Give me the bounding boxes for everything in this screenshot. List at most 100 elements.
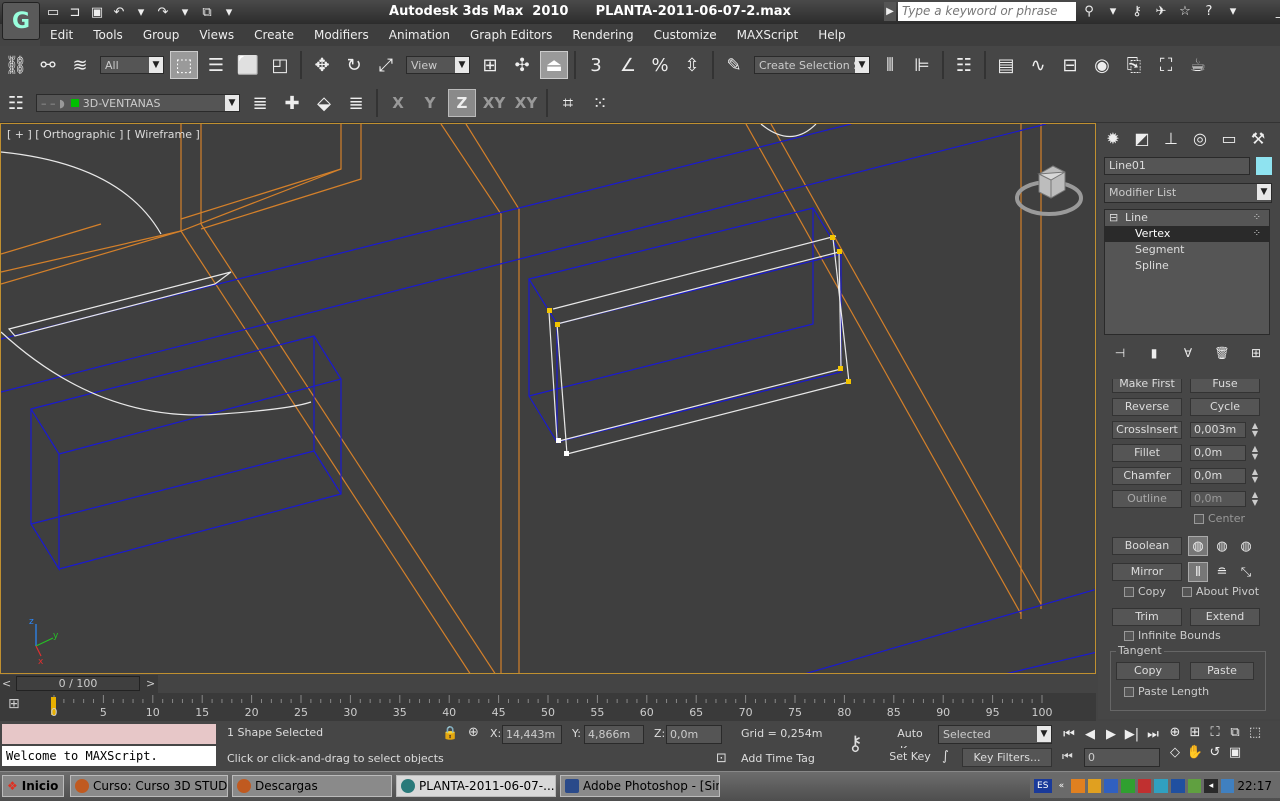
set-key-button[interactable]: Set Key [886,748,934,767]
boolean-button[interactable]: Boolean [1112,537,1182,555]
pan-icon[interactable]: ✋ [1186,743,1204,761]
array-icon[interactable]: ⌗ [554,89,582,117]
field-of-view-icon[interactable]: ◇ [1166,743,1184,761]
select-and-move-icon[interactable]: ✥ [308,51,336,79]
menu-modifiers[interactable]: Modifiers [304,24,379,46]
mirror-button[interactable]: Mirror [1112,563,1182,581]
modify-tab-icon[interactable]: ◩ [1129,125,1155,151]
layer-manager-icon[interactable]: ☷ [950,51,978,79]
create-new-layer-icon[interactable]: ≣ [246,89,274,117]
chamfer-spinner[interactable]: 0,0m [1190,468,1246,484]
mirror-vertical-icon[interactable]: ≘ [1212,562,1232,582]
zoom-extents-all-icon[interactable]: ⧉ [1226,723,1244,741]
make-first-button[interactable]: Make First [1112,379,1182,393]
spinner-arrows-icon[interactable]: ▲ ▼ [1250,468,1260,484]
show-end-result-icon[interactable]: ▮ [1144,343,1164,363]
spinner-snap-icon[interactable]: ⇳ [678,51,706,79]
layer-manager-icon[interactable]: ☷ [2,89,30,117]
object-color-swatch[interactable] [1256,157,1272,175]
select-object-icon[interactable]: ⬚ [170,51,198,79]
reverse-button[interactable]: Reverse [1112,398,1182,416]
schematic-view-icon[interactable]: ⊟ [1056,51,1084,79]
orthographic-viewport[interactable]: z y x [ + ] [ Orthographic ] [ Wireframe… [0,123,1096,674]
spinner-arrows-icon[interactable]: ▲ ▼ [1250,445,1260,461]
curve-editor-icon[interactable]: ∿ [1024,51,1052,79]
time-slider[interactable]: < 0 / 100 > [0,675,158,693]
cycle-button[interactable]: Cycle [1190,398,1260,416]
rectangular-selection-icon[interactable]: ⬜ [234,51,262,79]
track-bar[interactable]: ⊞ 0 5 10 15 20 25 30 35 40 45 50 55 60 65 70 75 80 85 90 95… [0,693,1096,721]
previous-frame-icon[interactable]: < [2,677,11,690]
stack-item-vertex[interactable]: Vertex ⁘ [1105,226,1269,242]
zoom-extents-icon[interactable]: ⛶ [1206,723,1224,741]
crossinsert-spinner[interactable]: 0,003m [1190,422,1246,438]
search-input[interactable]: Type a keyword or phrase [898,2,1076,21]
dropdown-icon[interactable]: ▾ [132,3,150,21]
render-setup-icon[interactable]: ⎘ [1120,51,1148,79]
menu-animation[interactable]: Animation [379,24,460,46]
viewcube[interactable] [1013,160,1083,220]
object-name-field[interactable]: Line01 [1104,157,1250,175]
mirror-horizontal-icon[interactable]: ⫴ [1188,562,1208,582]
go-to-start-icon[interactable]: ⏮ [1060,725,1078,743]
open-file-icon[interactable]: ⊐ [66,3,84,21]
select-and-scale-icon[interactable]: ⤢ [372,51,400,79]
dropdown-icon[interactable]: ▾ [176,3,194,21]
graphite-ribbon-icon[interactable]: ▤ [992,51,1020,79]
unlink-icon[interactable]: ⚯ [34,51,62,79]
new-file-icon[interactable]: ▭ [44,3,62,21]
axis-z-button[interactable]: Z [448,89,476,117]
time-slider-thumb[interactable]: 0 / 100 [16,676,140,691]
trim-button[interactable]: Trim [1112,608,1182,626]
tangent-copy-button[interactable]: Copy [1116,662,1180,680]
binoculars-icon[interactable]: ⚲ [1080,2,1098,20]
tray-volume-icon[interactable]: ◂ [1204,779,1218,793]
selection-filter-dropdown[interactable]: All ▼ [100,56,164,74]
auto-key-button[interactable]: Auto Key [886,725,934,757]
lock-selection-icon[interactable]: 🔒 [442,726,458,741]
tray-shield-icon[interactable] [1104,779,1119,793]
key-tangent-icon[interactable]: ∫ [942,749,949,764]
app-logo-button[interactable]: G [2,2,40,40]
fuse-button[interactable]: Fuse [1190,379,1260,393]
material-editor-icon[interactable]: ◉ [1088,51,1116,79]
add-time-tag[interactable]: Add Time Tag [738,750,836,769]
select-manipulate-icon[interactable]: ✣ [508,51,536,79]
menu-rendering[interactable]: Rendering [562,24,643,46]
render-production-icon[interactable]: ☕ [1184,51,1212,79]
tray-network-icon[interactable] [1170,779,1185,793]
select-and-rotate-icon[interactable]: ↻ [340,51,368,79]
orbit-icon[interactable]: ↺ [1206,743,1224,761]
current-layer-dropdown[interactable]: – – ◗ 3D-VENTANAS ▼ [36,94,240,112]
y-coordinate-field[interactable]: 4,866m [584,725,644,744]
tray-app-icon[interactable] [1137,779,1152,793]
z-coordinate-field[interactable]: 0,0m [666,725,722,744]
tray-app-icon[interactable] [1154,779,1168,793]
boolean-union-icon[interactable]: ◍ [1188,536,1208,556]
crossinsert-button[interactable]: CrossInsert [1112,421,1182,439]
menu-maxscript[interactable]: MAXScript [727,24,809,46]
make-unique-icon[interactable]: ∀ [1178,343,1198,363]
angle-snap-icon[interactable]: ∠ [614,51,642,79]
key-filters-button[interactable]: Key Filters... [962,748,1052,767]
menu-tools[interactable]: Tools [83,24,133,46]
hierarchy-tab-icon[interactable]: ⊥ [1158,125,1184,151]
menu-graph-editors[interactable]: Graph Editors [460,24,562,46]
axis-x-button[interactable]: X [384,89,412,117]
next-key-icon[interactable]: ▶| [1123,725,1141,743]
stack-item-spline[interactable]: Spline [1105,258,1269,274]
menu-group[interactable]: Group [133,24,190,46]
maxscript-listener-input[interactable] [2,724,216,744]
snapshot-icon[interactable]: ⁙ [586,89,614,117]
viewport-label-menu[interactable]: [ + ] [ Orthographic ] [ Wireframe ] [7,128,200,141]
key-icon[interactable]: ⚷ [1128,2,1146,20]
named-selection-dropdown[interactable]: Create Selection Se ▼ [754,56,870,74]
menu-create[interactable]: Create [244,24,304,46]
customize-dropdown-icon[interactable]: ▾ [220,3,238,21]
task-firefox-curso[interactable]: Curso: Curso 3D STUDIO... [70,775,228,797]
fillet-spinner[interactable]: 0,0m [1190,445,1246,461]
stack-item-segment[interactable]: Segment [1105,242,1269,258]
tray-app-icon[interactable] [1187,779,1202,793]
key-mode-toggle-icon[interactable]: ⏮ [1062,749,1073,764]
set-current-layer-icon[interactable]: ≣ [342,89,370,117]
